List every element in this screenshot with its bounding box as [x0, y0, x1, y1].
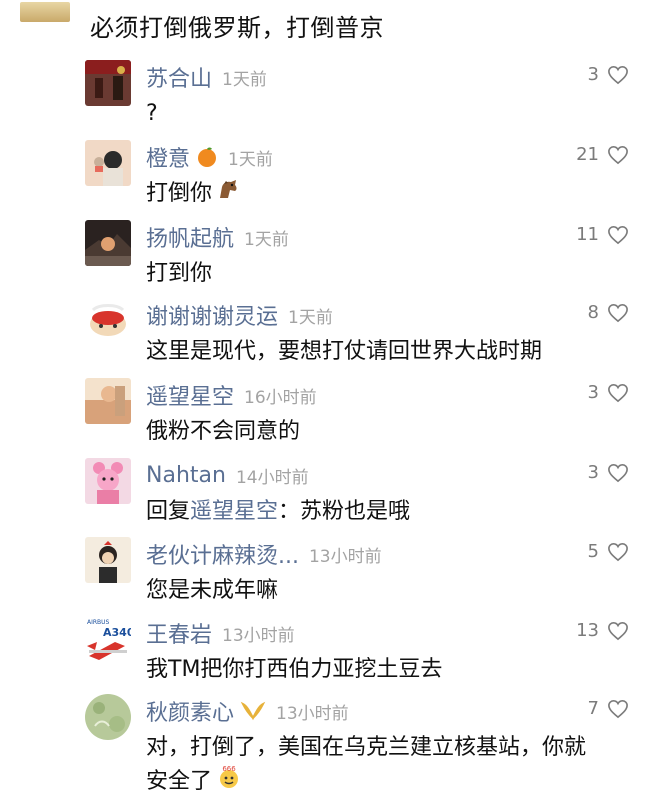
- reply-time: 1天前: [244, 229, 289, 250]
- reply-time: 13小时前: [276, 703, 349, 724]
- reply-content: 对，打倒了，美国在乌克兰建立核基站，你就 安全了 666: [146, 732, 586, 800]
- reply-time: 13小时前: [308, 546, 382, 567]
- like-button[interactable]: 8: [588, 302, 629, 323]
- reply-author[interactable]: 遥望星空: [146, 379, 234, 411]
- heart-icon: [608, 65, 628, 84]
- avatar[interactable]: [85, 458, 131, 504]
- reply-time: 16小时前: [244, 387, 317, 408]
- heart-icon: [608, 699, 628, 718]
- heart-icon: [608, 145, 628, 164]
- reply-item: 秋颜素心 13小时前 7 对，打倒了，美国在乌克兰建立核基站，你就 安全了 666: [0, 694, 657, 800]
- reply-time: 1天前: [228, 149, 273, 170]
- like-count: 5: [587, 541, 599, 562]
- reply-content-line2-text: 安全了: [146, 769, 213, 794]
- reply-time: 1天前: [222, 69, 267, 90]
- heart-icon: [608, 303, 628, 322]
- reply-item: AIRBUS A340 王春岩 13小时前 13 我TM把你打西伯力亚挖土豆去: [0, 616, 657, 694]
- avatar[interactable]: [85, 378, 131, 424]
- avatar[interactable]: [85, 694, 131, 740]
- top-post-avatar[interactable]: [20, 2, 70, 22]
- reply-content: 俄粉不会同意的: [146, 419, 301, 444]
- heart-icon: [608, 463, 628, 482]
- reply-item: 扬帆起航 1天前 11 打到你: [0, 220, 657, 298]
- reply-author[interactable]: 扬帆起航: [146, 221, 234, 253]
- quoted-author[interactable]: 遥望星空: [190, 499, 278, 524]
- reply-author[interactable]: 老伙计麻辣烫...: [146, 538, 299, 570]
- avatar[interactable]: [85, 298, 131, 344]
- 666-emoji-icon: 666: [216, 764, 242, 800]
- reply-content-line1: 对，打倒了，美国在乌克兰建立核基站，你就: [146, 735, 587, 760]
- like-count: 11: [576, 224, 599, 245]
- svg-text:666: 666: [222, 765, 236, 773]
- reply-item: 橙意 1天前 21 打倒你: [0, 140, 657, 218]
- vip-badge-icon: [240, 700, 266, 722]
- like-count: 3: [587, 382, 599, 403]
- reply-item: 老伙计麻辣烫... 13小时前 5 您是未成年嘛: [0, 537, 657, 615]
- like-button[interactable]: 3: [588, 64, 629, 85]
- reply-item: 苏合山 1天前 3 ?: [0, 60, 657, 138]
- like-button[interactable]: 21: [576, 144, 629, 165]
- heart-icon: [608, 621, 628, 640]
- like-count: 8: [587, 302, 599, 323]
- reply-content: 打倒你: [146, 178, 240, 210]
- reply-time: 13小时前: [222, 625, 295, 646]
- like-button[interactable]: 5: [588, 541, 629, 562]
- avatar[interactable]: [85, 220, 131, 266]
- reply-time: 1天前: [288, 307, 333, 328]
- heart-icon: [608, 542, 628, 561]
- reply-author[interactable]: Nahtan: [146, 463, 226, 488]
- like-count: 3: [587, 64, 599, 85]
- orange-emoji-icon: [196, 146, 218, 168]
- horse-emoji-icon: [216, 178, 240, 210]
- reply-content: 回复遥望星空：苏粉也是哦: [146, 496, 410, 528]
- reply-time: 14小时前: [235, 467, 309, 488]
- reply-author[interactable]: 秋颜素心: [146, 695, 234, 727]
- reply-item: 遥望星空 16小时前 3 俄粉不会同意的: [0, 378, 657, 456]
- avatar-brand-text: AIRBUS: [87, 619, 110, 626]
- reply-content-line2: 安全了 666: [146, 764, 586, 800]
- like-button[interactable]: 11: [576, 224, 629, 245]
- avatar[interactable]: AIRBUS A340: [85, 616, 131, 662]
- reply-content: 这里是现代，要想打仗请回世界大战时期: [146, 339, 543, 364]
- like-count: 3: [587, 462, 599, 483]
- like-count: 7: [587, 698, 599, 719]
- like-count: 21: [576, 144, 599, 165]
- reply-content: 我TM把你打西伯力亚挖土豆去: [146, 657, 443, 682]
- reply-content: ?: [146, 101, 158, 126]
- heart-icon: [608, 383, 628, 402]
- avatar[interactable]: [85, 537, 131, 583]
- like-button[interactable]: 13: [576, 620, 629, 641]
- reply-author[interactable]: 谢谢谢谢灵运: [146, 299, 278, 331]
- like-button[interactable]: 3: [588, 462, 629, 483]
- avatar[interactable]: [85, 60, 131, 106]
- reply-content-text: 打倒你: [146, 181, 213, 206]
- reply-item: 谢谢谢谢灵运 1天前 8 这里是现代，要想打仗请回世界大战时期: [0, 298, 657, 376]
- reply-author[interactable]: 苏合山: [146, 61, 212, 93]
- reply-author[interactable]: 王春岩: [146, 617, 212, 649]
- heart-icon: [608, 225, 628, 244]
- reply-author[interactable]: 橙意: [146, 141, 190, 173]
- post-text: 必须打倒俄罗斯，打倒普京: [90, 14, 384, 42]
- reply-content: 您是未成年嘛: [146, 578, 279, 603]
- reply-content-text: ：苏粉也是哦: [278, 499, 411, 524]
- avatar-model-text: A340: [103, 626, 131, 639]
- reply-content: 打到你: [146, 261, 213, 286]
- reply-item: Nahtan 14小时前 3 回复遥望星空：苏粉也是哦: [0, 458, 657, 536]
- like-button[interactable]: 7: [588, 698, 629, 719]
- reply-prefix: 回复: [146, 499, 191, 524]
- like-button[interactable]: 3: [588, 382, 629, 403]
- like-count: 13: [576, 620, 599, 641]
- avatar[interactable]: [85, 140, 131, 186]
